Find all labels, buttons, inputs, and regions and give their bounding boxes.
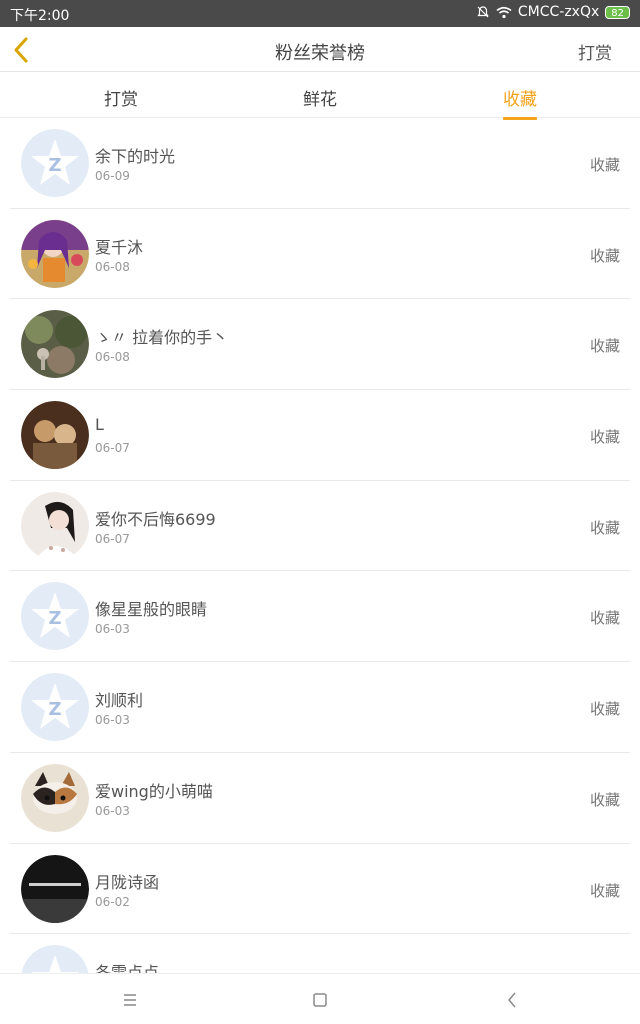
header: 粉丝荣誉榜 打赏 bbox=[0, 27, 640, 72]
fan-name: L bbox=[95, 415, 104, 435]
square-home-icon bbox=[313, 993, 327, 1007]
battery-icon: 82 bbox=[605, 5, 630, 19]
list-item[interactable]: 爱你不后悔6699 06-07 收藏 bbox=[10, 481, 630, 572]
menu-icon bbox=[124, 994, 136, 1006]
row-action-label: 收藏 bbox=[589, 246, 620, 265]
svg-text:Z: Z bbox=[48, 699, 61, 720]
default-avatar-icon: Z bbox=[21, 582, 89, 651]
row-action-label: 收藏 bbox=[589, 700, 620, 719]
menu-button[interactable] bbox=[118, 988, 142, 1012]
fan-date: 06-07 bbox=[95, 531, 130, 546]
notification-muted-icon bbox=[477, 6, 489, 18]
list-item[interactable]: L 06-07 收藏 bbox=[10, 390, 630, 481]
tab-favorites[interactable]: 收藏 bbox=[503, 85, 537, 120]
garden-photo-avatar bbox=[21, 310, 89, 379]
page-title: 粉丝荣誉榜 bbox=[275, 43, 365, 64]
girl-photo-avatar bbox=[21, 491, 89, 560]
tab-label: 鲜花 bbox=[303, 90, 337, 110]
fan-name: ゝ〃 拉着你的手丶 bbox=[95, 328, 229, 348]
list-item[interactable]: 爱wing的小萌喵 06-03 收藏 bbox=[10, 753, 630, 844]
tab-bar: 打赏 鲜花 收藏 bbox=[0, 72, 640, 120]
row-action-label: 收藏 bbox=[589, 518, 620, 537]
carrier-name: CMCC-zxQx bbox=[517, 4, 600, 20]
fan-date: 06-08 bbox=[95, 259, 130, 274]
fan-date: 06-03 bbox=[95, 713, 130, 728]
svg-text:Z: Z bbox=[48, 608, 61, 629]
dark-text-avatar bbox=[21, 854, 89, 923]
fan-date: 06-03 bbox=[95, 803, 130, 818]
row-action-label: 收藏 bbox=[589, 790, 620, 809]
list-item[interactable]: Z 像星星般的眼睛 06-03 收藏 bbox=[10, 571, 630, 663]
system-nav-bar bbox=[0, 973, 640, 1024]
tab-label: 收藏 bbox=[503, 90, 537, 110]
fan-name: 爱你不后悔6699 bbox=[95, 509, 216, 529]
fan-name: 冬雪点点 bbox=[95, 963, 160, 973]
list-item[interactable]: 夏千沐 06-08 收藏 bbox=[10, 209, 630, 300]
fan-name: 刘顺利 bbox=[95, 691, 144, 711]
row-action-label: 收藏 bbox=[589, 156, 620, 174]
fan-name: 夏千沐 bbox=[95, 237, 144, 257]
system-back-button[interactable] bbox=[500, 988, 524, 1012]
list-item[interactable]: ゝ〃 拉着你的手丶 06-08 收藏 bbox=[10, 299, 630, 391]
kitten-photo-avatar bbox=[21, 763, 89, 832]
fan-date: 06-09 bbox=[95, 169, 130, 183]
tab-flowers[interactable]: 鲜花 bbox=[303, 85, 337, 110]
reward-button[interactable]: 打赏 bbox=[578, 39, 612, 64]
list-item[interactable]: Z 余下的时光 06-09 收藏 bbox=[10, 118, 630, 209]
fan-name: 像星星般的眼睛 bbox=[95, 600, 208, 620]
couple-photo-avatar bbox=[21, 401, 89, 470]
row-action-label: 收藏 bbox=[589, 428, 620, 447]
wifi-icon bbox=[496, 6, 512, 18]
svg-text:Z: Z bbox=[48, 155, 61, 176]
fan-name: 余下的时光 bbox=[95, 147, 176, 166]
anime-girl-avatar bbox=[21, 219, 89, 288]
chevron-left-icon bbox=[508, 992, 516, 1008]
fan-date: 06-03 bbox=[95, 622, 130, 637]
default-avatar-icon: Z bbox=[21, 945, 89, 973]
status-indicators: CMCC-zxQx 82 bbox=[476, 4, 630, 20]
row-action-label: 收藏 bbox=[589, 337, 620, 356]
fan-list[interactable]: Z 余下的时光 06-09 收藏 夏千沐 06-08 收藏 ゝ〃 拉着你的手丶 … bbox=[0, 118, 640, 973]
list-item[interactable]: Z 冬雪点点 收藏 bbox=[10, 934, 630, 973]
fan-date: 06-02 bbox=[95, 894, 130, 909]
list-item[interactable]: Z 刘顺利 06-03 收藏 bbox=[10, 662, 630, 753]
home-button[interactable] bbox=[308, 988, 332, 1012]
tab-label: 打赏 bbox=[104, 90, 138, 110]
row-action-label: 收藏 bbox=[589, 881, 620, 900]
status-time: 下午2:00 bbox=[10, 8, 70, 24]
tab-reward[interactable]: 打赏 bbox=[104, 85, 138, 110]
fan-date: 06-07 bbox=[95, 441, 130, 456]
status-bar: 下午2:00 CMCC-zxQx 82 bbox=[0, 0, 640, 27]
fan-name: 爱wing的小萌喵 bbox=[95, 781, 213, 801]
row-action-label: 收藏 bbox=[589, 609, 620, 628]
list-item[interactable]: 月陇诗函 06-02 收藏 bbox=[10, 844, 630, 935]
default-avatar-icon: Z bbox=[21, 129, 89, 197]
fan-name: 月陇诗函 bbox=[95, 872, 160, 892]
default-avatar-icon: Z bbox=[21, 673, 89, 742]
fan-date: 06-08 bbox=[95, 350, 130, 365]
